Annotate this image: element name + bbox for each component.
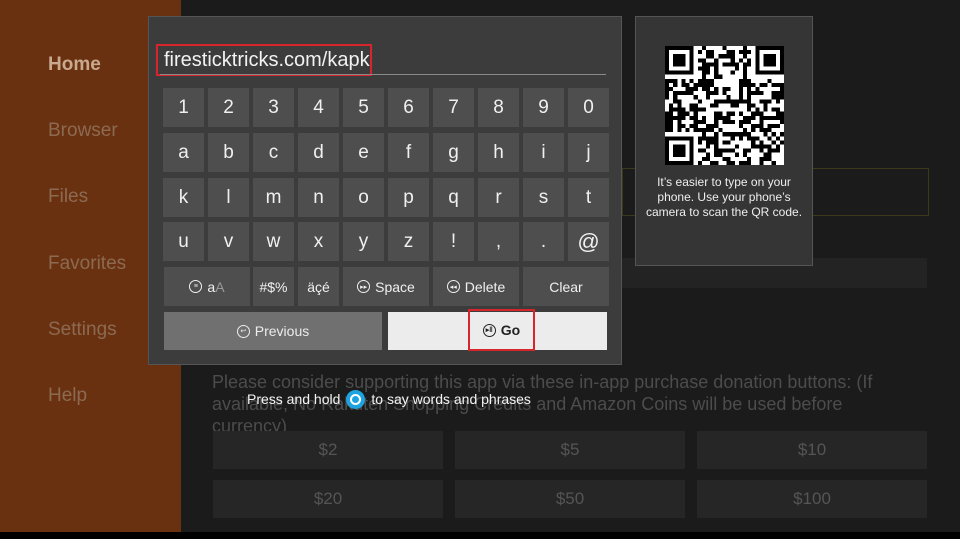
key-s[interactable]: s xyxy=(523,178,564,217)
key-,[interactable]: , xyxy=(478,222,519,261)
url-underline xyxy=(160,74,606,75)
qr-code xyxy=(665,46,784,165)
donate-20-button[interactable]: $20 xyxy=(213,480,443,518)
delete-label: Delete xyxy=(464,278,506,295)
key-accents[interactable]: äçé xyxy=(298,267,339,306)
key-symbols[interactable]: #$% xyxy=(253,267,294,306)
key-3[interactable]: 3 xyxy=(253,88,294,127)
key-c[interactable]: c xyxy=(253,133,294,172)
key-t[interactable]: t xyxy=(568,178,609,217)
bottom-strip xyxy=(0,532,960,539)
key-w[interactable]: w xyxy=(253,222,294,261)
rewind-icon: ◂◂ xyxy=(446,280,460,293)
sidebar-item-favorites[interactable]: Favorites xyxy=(48,253,126,275)
alexa-icon xyxy=(346,389,366,409)
key-![interactable]: ! xyxy=(433,222,474,261)
go-label: Go xyxy=(500,322,521,338)
key-clear[interactable]: Clear xyxy=(523,267,609,306)
donate-10-button[interactable]: $10 xyxy=(697,431,927,469)
key-1[interactable]: 1 xyxy=(163,88,204,127)
key-j[interactable]: j xyxy=(568,133,609,172)
menu-icon: ≡ xyxy=(189,280,203,293)
donate-50-button[interactable]: $50 xyxy=(455,480,685,518)
voice-hint-before: Press and hold xyxy=(247,391,341,407)
donate-100-button[interactable]: $100 xyxy=(697,480,927,518)
key-k[interactable]: k xyxy=(163,178,204,217)
key-v[interactable]: v xyxy=(208,222,249,261)
key-p[interactable]: p xyxy=(388,178,429,217)
sidebar-item-help[interactable]: Help xyxy=(48,385,87,407)
go-button[interactable]: ▸‖ Go xyxy=(468,309,535,351)
play-pause-icon: ▸‖ xyxy=(482,323,496,337)
key-8[interactable]: 8 xyxy=(478,88,519,127)
case-label-dim: A xyxy=(215,278,225,295)
key-q[interactable]: q xyxy=(433,178,474,217)
key-n[interactable]: n xyxy=(298,178,339,217)
key-o[interactable]: o xyxy=(343,178,384,217)
key-x[interactable]: x xyxy=(298,222,339,261)
qr-instructions: It’s easier to type on your phone. Use y… xyxy=(645,175,803,219)
key-i[interactable]: i xyxy=(523,133,564,172)
space-label: Space xyxy=(375,278,415,295)
key-g[interactable]: g xyxy=(433,133,474,172)
key-h[interactable]: h xyxy=(478,133,519,172)
key-space[interactable]: ▸▸ Space xyxy=(343,267,429,306)
previous-label: Previous xyxy=(254,323,310,339)
key-9[interactable]: 9 xyxy=(523,88,564,127)
back-icon: ↩ xyxy=(236,324,250,338)
sidebar-item-settings[interactable]: Settings xyxy=(48,319,117,341)
key-.[interactable]: . xyxy=(523,222,564,261)
key-a[interactable]: a xyxy=(163,133,204,172)
key-e[interactable]: e xyxy=(343,133,384,172)
sidebar-item-browser[interactable]: Browser xyxy=(48,120,118,142)
key-delete[interactable]: ◂◂ Delete xyxy=(433,267,519,306)
key-b[interactable]: b xyxy=(208,133,249,172)
key-z[interactable]: z xyxy=(388,222,429,261)
url-input[interactable]: firesticktricks.com/kapk xyxy=(156,44,372,76)
key-r[interactable]: r xyxy=(478,178,519,217)
voice-hint-after: to say words and phrases xyxy=(371,391,531,407)
case-label: a xyxy=(207,278,216,295)
key-f[interactable]: f xyxy=(388,133,429,172)
key-d[interactable]: d xyxy=(298,133,339,172)
key-0[interactable]: 0 xyxy=(568,88,609,127)
key-4[interactable]: 4 xyxy=(298,88,339,127)
key-l[interactable]: l xyxy=(208,178,249,217)
key-6[interactable]: 6 xyxy=(388,88,429,127)
key-7[interactable]: 7 xyxy=(433,88,474,127)
donate-2-button[interactable]: $2 xyxy=(213,431,443,469)
key-case-toggle[interactable]: ≡ aA xyxy=(164,267,250,306)
fast-forward-icon: ▸▸ xyxy=(357,280,371,293)
key-m[interactable]: m xyxy=(253,178,294,217)
voice-hint: Press and hold to say words and phrases xyxy=(247,389,531,409)
sidebar-item-files[interactable]: Files xyxy=(48,186,88,208)
sidebar-item-home[interactable]: Home xyxy=(48,54,101,76)
key-@[interactable]: @ xyxy=(568,222,609,261)
key-5[interactable]: 5 xyxy=(343,88,384,127)
key-y[interactable]: y xyxy=(343,222,384,261)
previous-button[interactable]: ↩ Previous xyxy=(164,312,382,350)
key-u[interactable]: u xyxy=(163,222,204,261)
key-2[interactable]: 2 xyxy=(208,88,249,127)
donate-5-button[interactable]: $5 xyxy=(455,431,685,469)
